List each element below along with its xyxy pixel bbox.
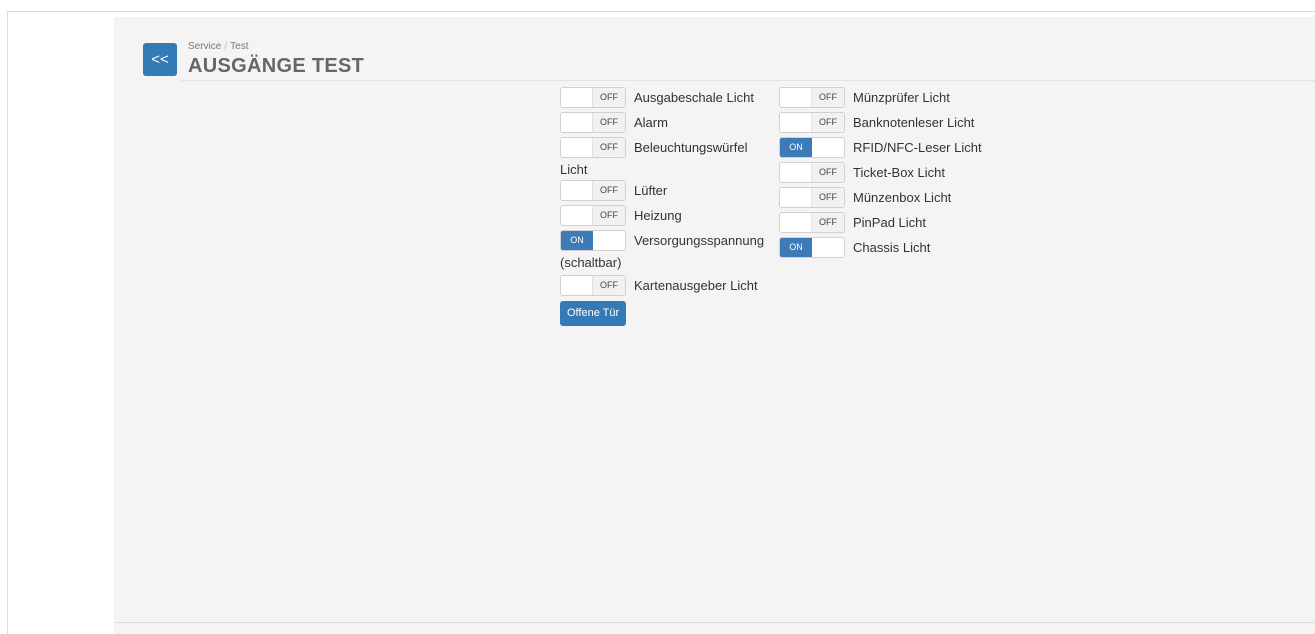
output-row: OFF Lüfter bbox=[560, 180, 780, 201]
toggle-state-text: OFF bbox=[811, 188, 844, 207]
header-divider bbox=[181, 80, 1315, 81]
page-title: AUSGÄNGE TEST bbox=[188, 55, 365, 77]
output-toggle[interactable]: OFF bbox=[779, 212, 845, 233]
output-toggle[interactable]: OFF bbox=[560, 87, 626, 108]
output-toggle[interactable]: ON bbox=[560, 230, 626, 251]
output-toggle[interactable]: OFF bbox=[779, 162, 845, 183]
top-border bbox=[7, 11, 1315, 12]
output-row: OFF PinPad Licht bbox=[779, 212, 999, 233]
output-label: Banknotenleser Licht bbox=[853, 115, 975, 130]
output-label: Münzprüfer Licht bbox=[853, 90, 950, 105]
output-label: Kartenausgeber Licht bbox=[634, 278, 758, 293]
output-label: Lüfter bbox=[634, 183, 668, 198]
output-toggle[interactable]: OFF bbox=[560, 180, 626, 201]
output-row: ON Chassis Licht bbox=[779, 237, 999, 258]
back-button[interactable]: << bbox=[143, 43, 177, 76]
open-door-button[interactable]: Offene Tür bbox=[560, 301, 627, 326]
output-label: Heizung bbox=[634, 208, 682, 223]
output-toggle[interactable]: ON bbox=[779, 237, 845, 258]
breadcrumb-separator: / bbox=[224, 41, 228, 52]
output-label: Beleuchtungswürfel bbox=[634, 140, 748, 155]
toggle-state-text: ON bbox=[780, 138, 812, 157]
output-toggle[interactable]: ON bbox=[779, 137, 845, 158]
output-label: PinPad Licht bbox=[853, 215, 926, 230]
toggle-state-text: OFF bbox=[592, 138, 625, 157]
toggle-state-text: OFF bbox=[592, 181, 625, 200]
output-row: OFF Münzprüfer Licht bbox=[779, 87, 999, 108]
breadcrumb-test: Test bbox=[230, 41, 249, 52]
output-row: OFF Ausgabeschale Licht bbox=[560, 87, 780, 108]
output-label: Ausgabeschale Licht bbox=[634, 90, 754, 105]
output-toggle[interactable]: OFF bbox=[560, 205, 626, 226]
toggle-state-text: OFF bbox=[592, 206, 625, 225]
output-toggle[interactable]: OFF bbox=[560, 275, 626, 296]
output-row: OFF Münzenbox Licht bbox=[779, 187, 999, 208]
output-label-continued: Licht bbox=[560, 162, 588, 177]
output-row: OFF Ticket-Box Licht bbox=[779, 162, 999, 183]
output-label: Chassis Licht bbox=[853, 240, 931, 255]
toggle-state-text: OFF bbox=[811, 113, 844, 132]
output-toggle[interactable]: OFF bbox=[779, 187, 845, 208]
toggle-state-text: OFF bbox=[811, 163, 844, 182]
output-toggle[interactable]: OFF bbox=[779, 112, 845, 133]
panel-bottom-border bbox=[114, 622, 1315, 623]
output-row: OFF Beleuchtungswürfel Licht bbox=[560, 137, 780, 177]
toggle-state-text: OFF bbox=[592, 113, 625, 132]
output-row: OFF Kartenausgeber Licht bbox=[560, 275, 780, 296]
output-label: RFID/NFC-Leser Licht bbox=[853, 140, 982, 155]
toggle-state-text: ON bbox=[780, 238, 812, 257]
output-row: OFF Heizung bbox=[560, 205, 780, 226]
breadcrumb: Service / Test bbox=[188, 41, 248, 52]
output-toggle[interactable]: OFF bbox=[779, 87, 845, 108]
toggle-state-text: OFF bbox=[592, 88, 625, 107]
output-row: ON RFID/NFC-Leser Licht bbox=[779, 137, 999, 158]
toggle-state-text: OFF bbox=[811, 213, 844, 232]
toggle-state-text: OFF bbox=[592, 276, 625, 295]
output-label: Versorgungsspannung bbox=[634, 233, 765, 248]
output-label: Alarm bbox=[634, 115, 668, 130]
output-row: OFF Banknotenleser Licht bbox=[779, 112, 999, 133]
output-toggle[interactable]: OFF bbox=[560, 137, 626, 158]
output-row: OFF Alarm bbox=[560, 112, 780, 133]
output-label: Ticket-Box Licht bbox=[853, 165, 945, 180]
output-row: ON Versorgungsspannung (schaltbar) bbox=[560, 230, 780, 270]
output-label: Münzenbox Licht bbox=[853, 190, 952, 205]
output-label-continued: (schaltbar) bbox=[560, 255, 622, 270]
breadcrumb-service[interactable]: Service bbox=[188, 41, 221, 52]
content-panel bbox=[114, 17, 1315, 634]
left-border bbox=[7, 11, 8, 634]
toggle-state-text: ON bbox=[561, 231, 593, 250]
output-toggle[interactable]: OFF bbox=[560, 112, 626, 133]
toggle-state-text: OFF bbox=[811, 88, 844, 107]
